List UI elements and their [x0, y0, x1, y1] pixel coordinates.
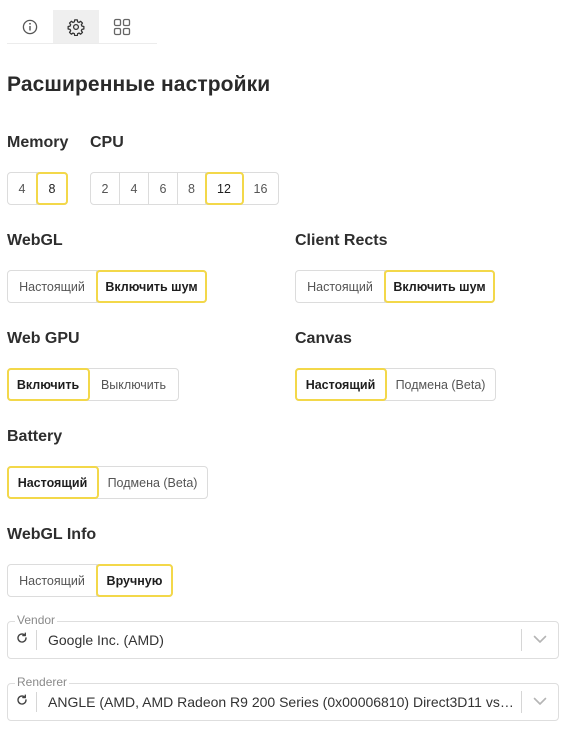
vendor-select[interactable]: Google Inc. (AMD): [7, 621, 559, 659]
canvas-title: Canvas: [295, 330, 352, 347]
tab-settings[interactable]: [53, 10, 99, 43]
client-rects-option-real[interactable]: Настоящий: [296, 271, 385, 302]
battery-option-spoof[interactable]: Подмена (Beta): [98, 467, 207, 498]
chevron-down-icon: [533, 631, 547, 649]
cpu-title: CPU: [90, 134, 124, 151]
info-icon: [22, 19, 38, 35]
cpu-option-16[interactable]: 16: [243, 173, 278, 204]
cpu-option-8[interactable]: 8: [178, 173, 206, 204]
web-gpu-selector: Включить Выключить: [7, 368, 179, 401]
tab-info[interactable]: [7, 10, 53, 43]
reload-icon: [16, 631, 28, 649]
memory-option-4[interactable]: 4: [8, 173, 37, 204]
cpu-option-12[interactable]: 12: [205, 172, 244, 205]
webgl-info-selector: Настоящий Вручную: [7, 564, 173, 597]
webgl-info-option-manual[interactable]: Вручную: [96, 564, 173, 597]
cpu-option-4[interactable]: 4: [120, 173, 149, 204]
web-gpu-option-enable[interactable]: Включить: [7, 368, 90, 401]
reload-icon: [16, 693, 28, 711]
webgl-option-noise[interactable]: Включить шум: [96, 270, 207, 303]
cpu-selector: 2 4 6 8 12 16: [90, 172, 279, 205]
renderer-value: ANGLE (AMD, AMD Radeon R9 200 Series (0x…: [48, 694, 521, 710]
renderer-select[interactable]: ANGLE (AMD, AMD Radeon R9 200 Series (0x…: [7, 683, 559, 721]
web-gpu-title: Web GPU: [7, 330, 80, 347]
tab-apps[interactable]: [99, 10, 145, 43]
page-title: Расширенные настройки: [7, 73, 271, 96]
webgl-title: WebGL: [7, 232, 63, 249]
gear-icon: [67, 18, 85, 36]
web-gpu-option-disable[interactable]: Выключить: [89, 369, 178, 400]
grid-icon: [113, 18, 131, 36]
canvas-option-real[interactable]: Настоящий: [295, 368, 387, 401]
cpu-option-2[interactable]: 2: [91, 173, 120, 204]
chevron-down-icon: [533, 693, 547, 711]
renderer-label: Renderer: [15, 675, 70, 689]
webgl-info-option-real[interactable]: Настоящий: [8, 565, 97, 596]
client-rects-selector: Настоящий Включить шум: [295, 270, 495, 303]
canvas-option-spoof[interactable]: Подмена (Beta): [386, 369, 495, 400]
client-rects-title: Client Rects: [295, 232, 388, 249]
memory-title: Memory: [7, 134, 69, 151]
webgl-info-title: WebGL Info: [7, 526, 97, 543]
top-tab-bar: [7, 10, 157, 44]
memory-selector: 4 8: [7, 172, 68, 205]
webgl-option-real[interactable]: Настоящий: [8, 271, 97, 302]
cpu-option-6[interactable]: 6: [149, 173, 178, 204]
canvas-selector: Настоящий Подмена (Beta): [295, 368, 496, 401]
vendor-label: Vendor: [15, 613, 58, 627]
renderer-dropdown-toggle[interactable]: [522, 684, 558, 720]
battery-option-real[interactable]: Настоящий: [7, 466, 99, 499]
client-rects-option-noise[interactable]: Включить шум: [384, 270, 495, 303]
renderer-reload-button[interactable]: [8, 684, 36, 720]
vendor-reload-button[interactable]: [8, 622, 36, 658]
webgl-selector: Настоящий Включить шум: [7, 270, 207, 303]
vendor-value: Google Inc. (AMD): [48, 632, 164, 648]
battery-selector: Настоящий Подмена (Beta): [7, 466, 208, 499]
memory-option-8[interactable]: 8: [36, 172, 68, 205]
vendor-dropdown-toggle[interactable]: [522, 622, 558, 658]
battery-title: Battery: [7, 428, 63, 445]
